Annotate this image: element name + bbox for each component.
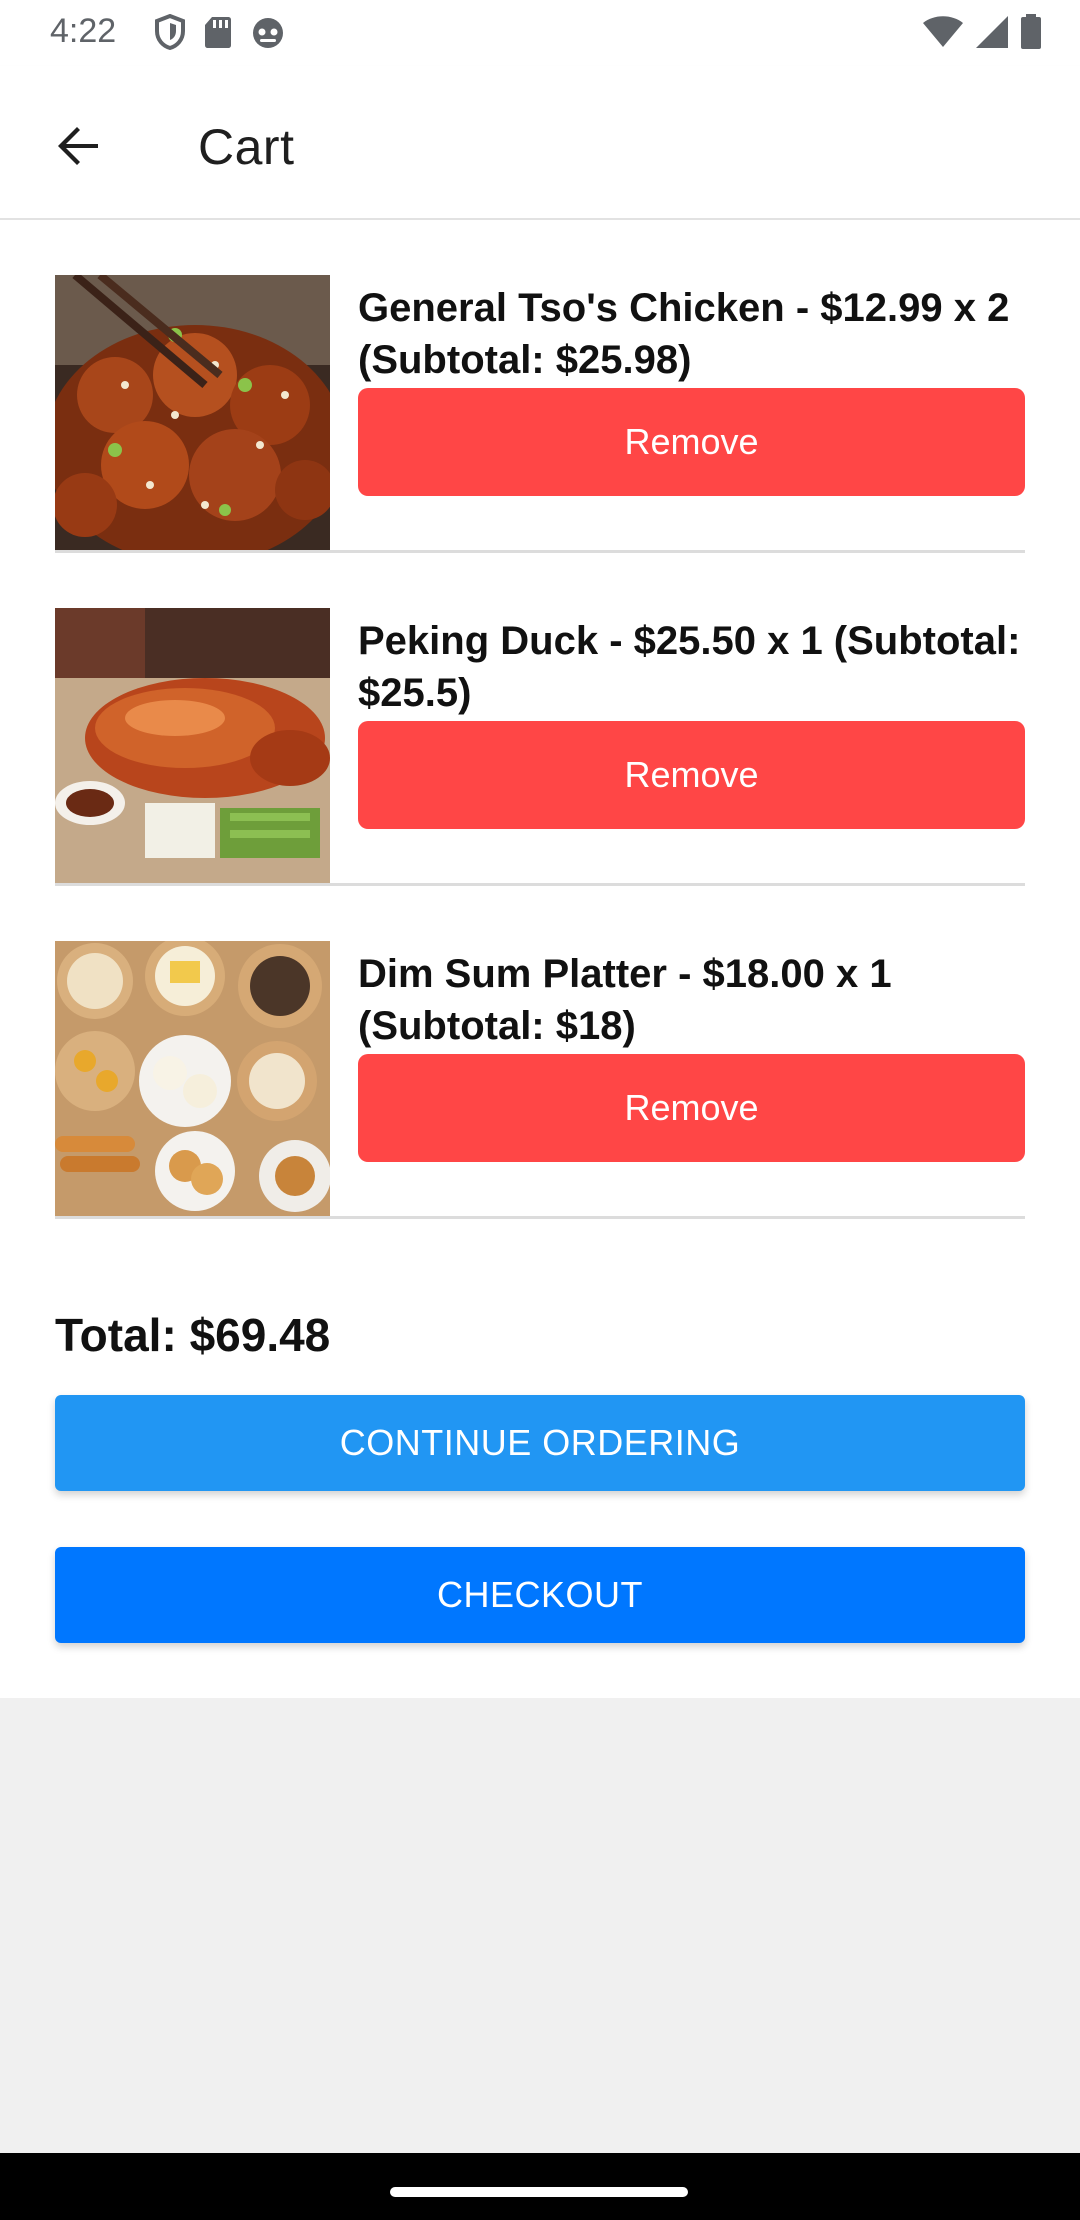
shield-icon — [154, 14, 186, 50]
dim-sum-platter-photo — [55, 941, 330, 1216]
continue-ordering-button[interactable]: CONTINUE ORDERING — [55, 1395, 1025, 1491]
cart-total: Total: $69.48 — [55, 1309, 331, 1361]
wifi-icon — [922, 15, 964, 54]
page-title: Cart — [198, 119, 295, 175]
general-tso-chicken-photo — [55, 275, 330, 550]
peking-duck-photo — [55, 608, 330, 883]
remove-button[interactable]: Remove — [358, 721, 1025, 829]
item-title: General Tso's Chicken - $12.99 x 2 (Subt… — [358, 286, 1010, 382]
battery-icon — [1020, 14, 1042, 55]
back-button[interactable] — [42, 112, 114, 184]
item-title: Dim Sum Platter - $18.00 x 1 (Subtotal: … — [358, 952, 892, 1048]
cart-item: Peking Duck - $25.50 x 1 (Subtotal: $25.… — [55, 553, 1025, 886]
cart-item: General Tso's Chicken - $12.99 x 2 (Subt… — [55, 220, 1025, 553]
cellular-signal-icon — [974, 15, 1010, 54]
item-title: Peking Duck - $25.50 x 1 (Subtotal: $25.… — [358, 619, 1021, 715]
cart-content: General Tso's Chicken - $12.99 x 2 (Subt… — [0, 220, 1080, 1698]
remove-button[interactable]: Remove — [358, 388, 1025, 496]
status-bar: 4:22 — [0, 0, 1080, 66]
remove-button[interactable]: Remove — [358, 1054, 1025, 1162]
navigation-bar — [0, 2153, 1080, 2220]
status-icons-left — [154, 14, 286, 50]
arrow-back-icon — [54, 122, 102, 175]
cart-item: Dim Sum Platter - $18.00 x 1 (Subtotal: … — [55, 886, 1025, 1219]
robot-icon — [250, 14, 286, 50]
status-time: 4:22 — [50, 12, 117, 50]
sd-card-icon — [204, 15, 232, 49]
home-indicator[interactable] — [390, 2187, 688, 2197]
checkout-button[interactable]: CHECKOUT — [55, 1547, 1025, 1643]
app-bar: Cart — [0, 66, 1080, 220]
status-icons-right — [922, 14, 1042, 55]
